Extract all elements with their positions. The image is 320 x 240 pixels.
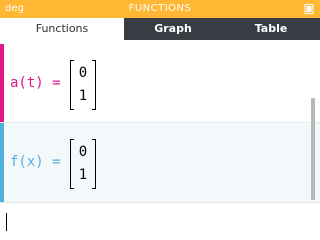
function-name: f(x) = — [10, 154, 61, 170]
tab-graph[interactable]: Graph — [124, 18, 222, 40]
battery-icon — [304, 4, 314, 14]
edit-field[interactable] — [0, 202, 320, 240]
matrix-right-bracket — [92, 139, 96, 189]
screen: deg FUNCTIONS Functions Graph Table a(t)… — [0, 0, 320, 240]
matrix: 0 1 — [70, 60, 96, 110]
matrix-right-bracket — [92, 60, 96, 110]
tab-bar: Functions Graph Table — [0, 18, 320, 40]
text-cursor — [6, 213, 7, 231]
app-title: FUNCTIONS — [128, 3, 192, 14]
function-name: a(t) = — [10, 75, 61, 91]
function-color-bar — [0, 44, 4, 125]
function-list: a(t) = 0 1 f(x) = 0 1 — [0, 40, 320, 204]
matrix: 0 1 — [70, 139, 96, 189]
function-row-a[interactable]: a(t) = 0 1 — [0, 44, 320, 125]
scrollbar[interactable] — [311, 98, 315, 200]
status-bar: deg FUNCTIONS — [0, 0, 320, 18]
tab-table[interactable]: Table — [222, 18, 320, 40]
function-color-bar — [0, 123, 4, 204]
tab-functions[interactable]: Functions — [0, 18, 124, 40]
function-row-f[interactable]: f(x) = 0 1 — [0, 123, 320, 204]
